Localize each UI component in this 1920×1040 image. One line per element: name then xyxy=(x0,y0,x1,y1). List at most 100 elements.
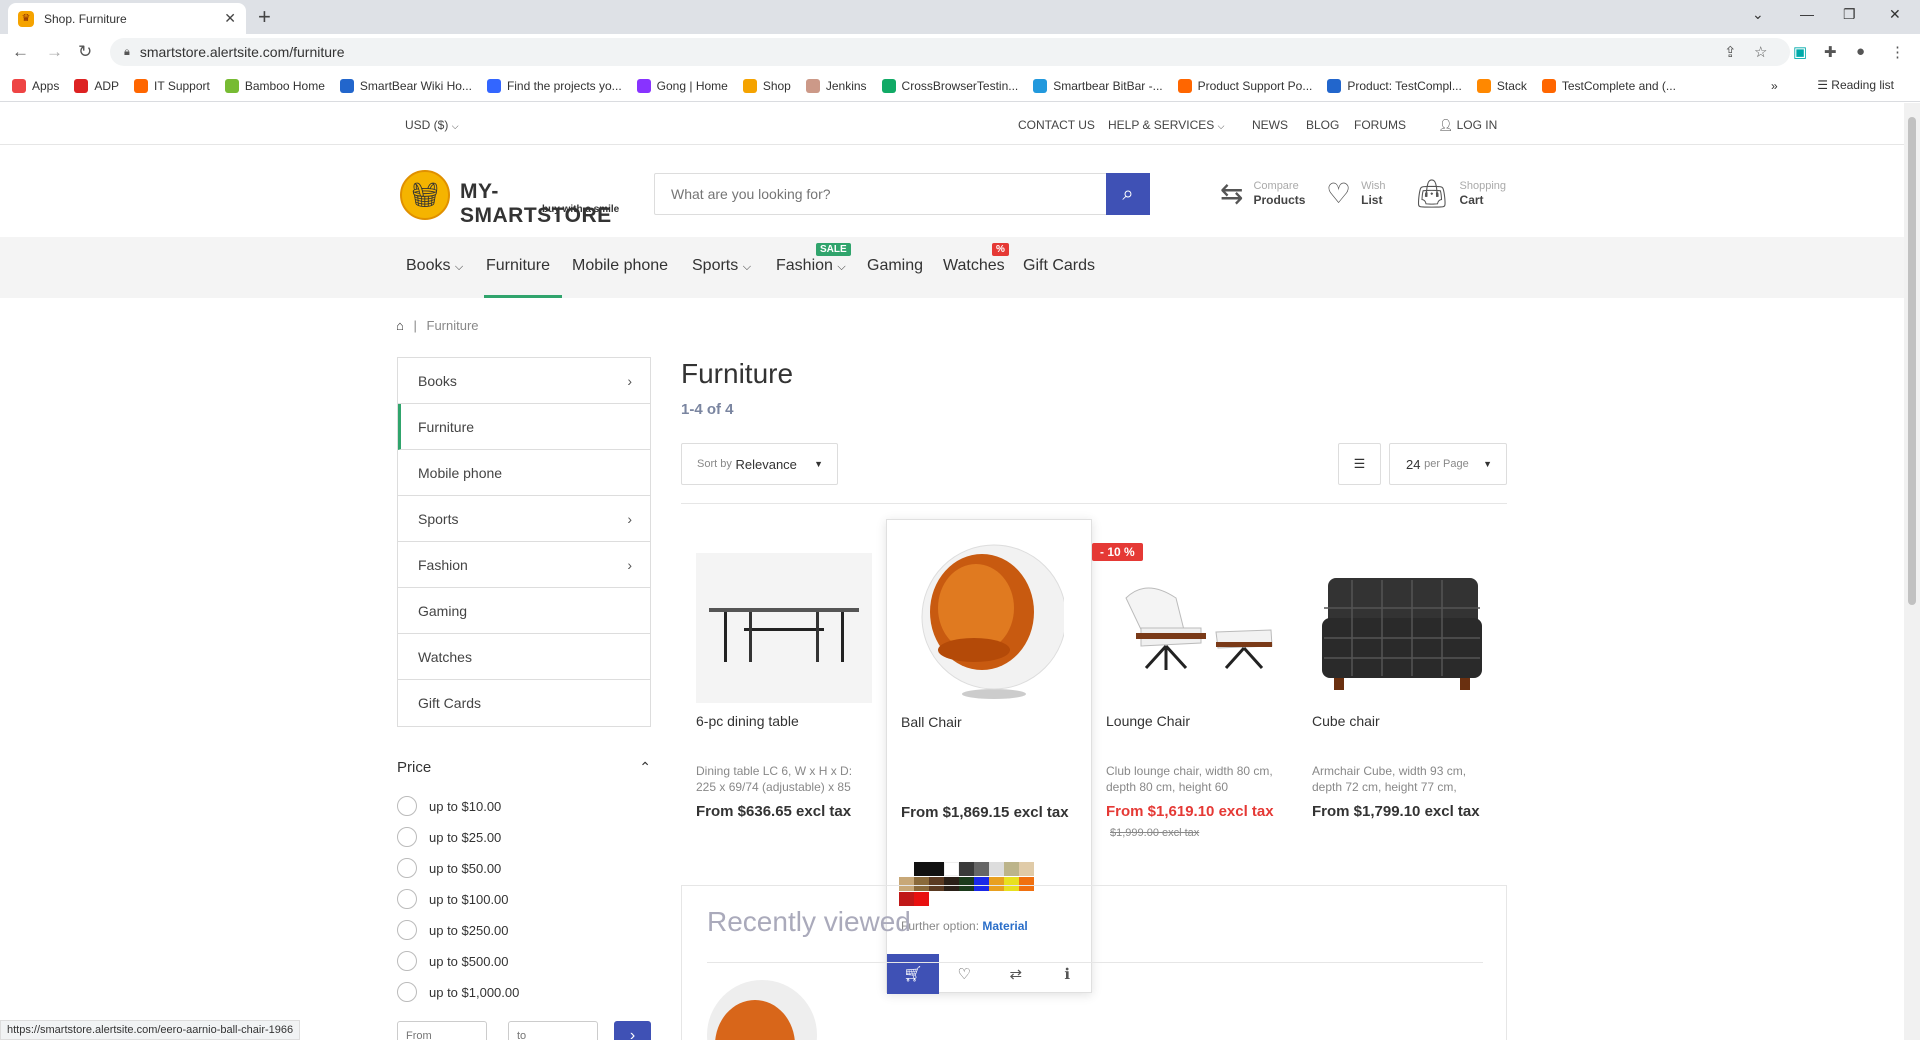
bookmark-crossbrowser[interactable]: CrossBrowserTestin... xyxy=(881,78,1018,93)
nav-gaming[interactable]: Gaming xyxy=(867,257,923,275)
nav-watches[interactable]: Watches xyxy=(943,257,1005,275)
product-name[interactable]: Cube chair xyxy=(1312,713,1380,729)
bookmark-wiki[interactable]: SmartBear Wiki Ho... xyxy=(339,78,472,93)
wish-list-link[interactable]: ♡ Wish List xyxy=(1326,175,1386,211)
color-swatch[interactable] xyxy=(1004,862,1019,876)
shopping-cart-link[interactable]: 👜︎ Shopping Cart xyxy=(1414,175,1506,211)
puzzle-icon[interactable]: ✚ xyxy=(1824,43,1837,61)
share-icon[interactable]: ⇪ xyxy=(1724,43,1737,61)
price-option[interactable]: up to $100.00 xyxy=(397,888,509,910)
sidebar-item-fashion[interactable]: Fashion › xyxy=(398,542,650,588)
bookmark-product-support[interactable]: Product Support Po... xyxy=(1177,78,1312,93)
nav-sports[interactable]: Sports ⌵ xyxy=(692,257,751,275)
bookmark-testcomplete-and[interactable]: TestComplete and (... xyxy=(1541,78,1676,93)
news-link[interactable]: NEWS xyxy=(1252,118,1288,132)
sidebar-item-gaming[interactable]: Gaming xyxy=(398,588,650,634)
price-option[interactable]: up to $1,000.00 xyxy=(397,981,519,1003)
bookmark-adp[interactable]: ADP xyxy=(74,78,119,93)
sidebar-item-books[interactable]: Books › xyxy=(398,358,650,404)
nav-books[interactable]: Books ⌵ xyxy=(406,257,463,275)
login-link[interactable]: 👤︎ LOG IN xyxy=(1438,118,1497,132)
product-image[interactable] xyxy=(1312,553,1488,703)
sidebar-item-sports[interactable]: Sports › xyxy=(398,496,650,542)
price-option[interactable]: up to $250.00 xyxy=(397,919,509,941)
product-card[interactable]: 6-pc dining table Dining table LC 6, W x… xyxy=(682,519,872,839)
forums-link[interactable]: FORUMS xyxy=(1354,118,1406,132)
nav-gift-cards[interactable]: Gift Cards xyxy=(1023,257,1095,275)
sidebar-item-gift-cards[interactable]: Gift Cards xyxy=(398,680,650,726)
bookmark-testcomplete[interactable]: Product: TestCompl... xyxy=(1327,78,1462,93)
reload-icon[interactable]: ↻ xyxy=(78,42,92,62)
forward-icon[interactable]: → xyxy=(46,42,63,62)
product-name[interactable]: Lounge Chair xyxy=(1106,713,1190,729)
sidebar-item-furniture[interactable]: Furniture xyxy=(398,404,650,450)
color-swatch[interactable] xyxy=(959,862,974,876)
sidebar-item-mobile-phone[interactable]: Mobile phone xyxy=(398,450,650,496)
currency-selector[interactable]: USD ($) ⌵ xyxy=(405,118,459,132)
bookmark-stack[interactable]: Stack xyxy=(1476,78,1527,93)
restore-icon[interactable]: ❐ xyxy=(1843,6,1856,23)
per-page-dropdown[interactable]: 24 per Page ▼ xyxy=(1389,443,1507,485)
chevron-up-icon[interactable]: ⌃ xyxy=(639,759,651,776)
new-tab-icon[interactable]: + xyxy=(258,4,271,30)
color-swatch[interactable] xyxy=(974,862,989,876)
price-apply-button[interactable]: › xyxy=(614,1021,651,1040)
browser-tab[interactable]: ♛ Shop. Furniture ✕ xyxy=(8,3,246,34)
back-icon[interactable]: ← xyxy=(12,42,29,62)
color-swatch[interactable] xyxy=(914,862,929,876)
help-services-menu[interactable]: HELP & SERVICES ⌵ xyxy=(1108,118,1224,132)
home-icon[interactable]: ⌂ xyxy=(396,318,404,333)
profile-icon[interactable]: ● xyxy=(1856,43,1865,60)
bookmark-bamboo[interactable]: Bamboo Home xyxy=(224,78,325,93)
reading-list[interactable]: ☰ Reading list xyxy=(1817,78,1894,92)
recent-product-image[interactable] xyxy=(707,980,817,1040)
search-input[interactable] xyxy=(655,174,1105,214)
close-tab-icon[interactable]: ✕ xyxy=(224,10,236,27)
blog-link[interactable]: BLOG xyxy=(1306,118,1339,132)
price-option[interactable]: up to $25.00 xyxy=(397,826,501,848)
price-option[interactable]: up to $50.00 xyxy=(397,857,501,879)
nav-fashion[interactable]: Fashion ⌵ xyxy=(776,257,846,275)
price-option[interactable]: up to $10.00 xyxy=(397,795,501,817)
compare-products-link[interactable]: ⇆ Compare Products xyxy=(1220,175,1305,211)
tab-search-icon[interactable]: ⌄ xyxy=(1752,6,1764,23)
bookmark-gong[interactable]: Gong | Home xyxy=(636,78,728,93)
nav-mobile-phone[interactable]: Mobile phone xyxy=(572,257,668,275)
url-field[interactable]: 🔒︎ smartstore.alertsite.com/furniture xyxy=(110,38,1790,66)
bookmark-bitbar[interactable]: Smartbear BitBar -... xyxy=(1033,78,1163,93)
search-button[interactable]: ⌕ xyxy=(1106,173,1150,215)
product-image[interactable] xyxy=(1106,553,1282,703)
color-swatch[interactable] xyxy=(929,862,944,876)
bookmark-apps[interactable]: Apps xyxy=(12,78,59,93)
sort-dropdown[interactable]: Sort by Relevance ▼ xyxy=(681,443,838,485)
color-swatch[interactable] xyxy=(944,862,959,876)
color-swatch[interactable] xyxy=(1019,862,1034,876)
price-filter-header[interactable]: Price ⌃ xyxy=(397,759,651,776)
scrollbar-thumb[interactable] xyxy=(1908,117,1916,605)
bookmarks-overflow-icon[interactable]: » xyxy=(1771,79,1778,93)
contact-link[interactable]: CONTACT US xyxy=(1018,118,1095,132)
bookmark-it-support[interactable]: IT Support xyxy=(134,78,210,93)
product-image[interactable] xyxy=(901,542,1077,700)
product-card[interactable]: Cube chair Armchair Cube, width 93 cm, d… xyxy=(1298,519,1488,839)
color-swatch[interactable] xyxy=(989,862,1004,876)
product-image[interactable] xyxy=(696,553,872,703)
list-view-button[interactable]: ☰ xyxy=(1338,443,1381,485)
product-name[interactable]: Ball Chair xyxy=(901,714,962,730)
minimize-icon[interactable]: — xyxy=(1800,6,1814,22)
product-name[interactable]: 6-pc dining table xyxy=(696,713,799,729)
sidebar-item-watches[interactable]: Watches xyxy=(398,634,650,680)
page-scrollbar[interactable] xyxy=(1904,103,1920,1040)
close-window-icon[interactable]: ✕ xyxy=(1889,6,1901,23)
bookmark-projects[interactable]: Find the projects yo... xyxy=(486,78,622,93)
store-logo[interactable]: 🧺︎ MY-SMARTSTORE buy with a smile xyxy=(400,170,640,227)
price-option[interactable]: up to $500.00 xyxy=(397,950,509,972)
bookmark-jenkins[interactable]: Jenkins xyxy=(805,78,867,93)
menu-dots-icon[interactable]: ⋮ xyxy=(1890,43,1905,61)
extension-icon[interactable]: ▣ xyxy=(1793,43,1807,61)
nav-furniture[interactable]: Furniture xyxy=(486,257,550,275)
bookmark-shop[interactable]: Shop xyxy=(742,78,791,93)
bookmark-star-icon[interactable]: ☆ xyxy=(1754,43,1767,61)
product-card[interactable]: - 10 % Lounge Chair Club lounge chair, w… xyxy=(1092,519,1282,839)
price-to-input[interactable] xyxy=(508,1021,598,1040)
